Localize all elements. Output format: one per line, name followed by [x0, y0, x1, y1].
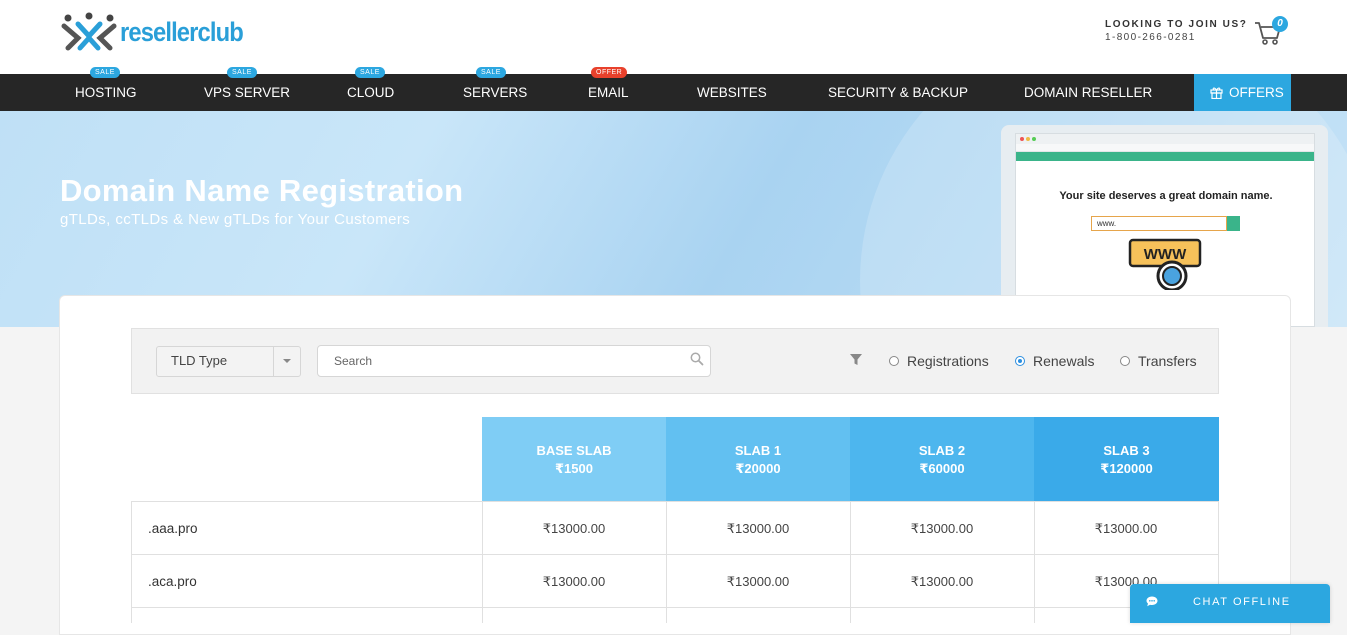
tld-type-label: TLD Type: [171, 353, 228, 368]
column-header-base-slab: BASE SLAB ₹1500: [482, 417, 666, 501]
price-cell: ₹13000.00: [542, 574, 606, 589]
browser-tabs: [1016, 134, 1314, 144]
nav-item-label: DOMAIN RESELLER: [1024, 85, 1153, 100]
main-navigation: SALE HOSTING SALE VPS SERVER SALE CLOUD …: [0, 67, 1347, 111]
radio-transfers[interactable]: Transfers: [1120, 352, 1197, 370]
filter-icon: [850, 354, 862, 365]
nav-item-domain-reseller[interactable]: DOMAIN RESELLER: [1024, 74, 1152, 111]
resellerclub-logo-icon: [61, 12, 117, 51]
page-subtitle: gTLDs, ccTLDs & New gTLDs for Your Custo…: [60, 211, 411, 228]
nav-item-vps-server[interactable]: SALE VPS SERVER: [204, 67, 291, 111]
radio-button[interactable]: [1120, 356, 1130, 366]
radio-registrations[interactable]: Registrations: [889, 352, 989, 370]
nav-item-label: VPS SERVER: [204, 85, 291, 100]
page-title: Domain Name Registration: [60, 173, 464, 208]
illustration-headline: Your site deserves a great domain name.: [1059, 190, 1273, 202]
column-name: SLAB 2: [918, 443, 966, 458]
column-name: SLAB 1: [734, 443, 782, 458]
nav-item-security-backup[interactable]: SECURITY & BACKUP: [828, 74, 968, 111]
column-name: BASE SLAB: [536, 443, 612, 458]
column-amount: ₹1500: [555, 461, 593, 476]
nav-item-hosting[interactable]: SALE HOSTING: [75, 67, 137, 111]
cart-count-badge: 0: [1272, 16, 1288, 32]
www-magnifier-icon: WWW: [1128, 238, 1202, 290]
search-input[interactable]: [317, 345, 711, 377]
table-border: [482, 501, 483, 623]
column-header-slab-1: SLAB 1 ₹20000: [666, 417, 850, 501]
price-cell: ₹13000.00: [1094, 521, 1158, 536]
offers-label: OFFERS: [1229, 85, 1284, 100]
radio-renewals[interactable]: Renewals: [1015, 352, 1094, 370]
table-divider: [131, 554, 1219, 555]
select-divider: [273, 347, 274, 376]
radio-button[interactable]: [1015, 356, 1025, 366]
nav-item-label: WEBSITES: [697, 85, 767, 100]
site-header-bar: [1016, 152, 1314, 161]
nav-item-cloud[interactable]: SALE CLOUD: [347, 67, 395, 111]
illustration-domain-input: www.: [1091, 216, 1227, 231]
tld-type-select[interactable]: TLD Type: [156, 346, 301, 377]
nav-item-label: EMAIL: [588, 85, 629, 100]
nav-item-websites[interactable]: WEBSITES: [697, 74, 767, 111]
chat-widget-button[interactable]: CHAT OFFLINE: [1130, 584, 1330, 623]
column-amount: ₹20000: [735, 461, 781, 476]
radio-label: Registrations: [907, 353, 989, 369]
brand-name: resellerclub: [120, 16, 244, 47]
gift-icon: [1210, 87, 1223, 100]
table-border: [666, 501, 667, 623]
column-amount: ₹60000: [919, 461, 965, 476]
top-header: resellerclub LOOKING TO JOIN US? 1-800-2…: [0, 0, 1347, 74]
price-cell: ₹13000.00: [910, 574, 974, 589]
nav-item-label: SECURITY & BACKUP: [828, 85, 969, 100]
table-border: [131, 501, 132, 623]
nav-item-label: CLOUD: [347, 85, 395, 100]
search-icon[interactable]: [690, 352, 704, 366]
brand-logo[interactable]: resellerclub: [60, 12, 260, 52]
sale-badge: SALE: [90, 67, 120, 78]
radio-label: Transfers: [1138, 353, 1197, 369]
nav-item-servers[interactable]: SALE SERVERS: [463, 67, 528, 111]
phone-number[interactable]: 1-800-266-0281: [1105, 31, 1247, 44]
price-cell: ₹13000.00: [726, 574, 790, 589]
table-border: [850, 501, 851, 623]
browser-url-bar: [1016, 144, 1314, 152]
column-amount: ₹120000: [1100, 461, 1153, 476]
price-cell: ₹13000.00: [726, 521, 790, 536]
column-header-slab-3: SLAB 3 ₹120000: [1034, 417, 1219, 501]
sale-badge: SALE: [227, 67, 257, 78]
table-divider: [131, 607, 1219, 608]
radio-label: Renewals: [1033, 353, 1095, 369]
column-name: SLAB 3: [1103, 443, 1150, 458]
sale-badge: SALE: [355, 67, 385, 78]
chevron-down-icon: [283, 359, 291, 363]
nav-item-label: SERVERS: [463, 85, 528, 100]
contact-block: LOOKING TO JOIN US? 1-800-266-0281: [1105, 18, 1247, 44]
chat-bubble-icon: [1146, 596, 1158, 607]
join-label: LOOKING TO JOIN US?: [1105, 19, 1248, 30]
tld-name: .aca.pro: [148, 574, 197, 589]
column-header-slab-2: SLAB 2 ₹60000: [850, 417, 1034, 501]
sale-badge: SALE: [476, 67, 506, 78]
offers-button[interactable]: OFFERS: [1194, 74, 1291, 111]
nav-item-email[interactable]: OFFER EMAIL: [588, 67, 629, 111]
table-border: [1034, 501, 1035, 623]
chat-label: CHAT OFFLINE: [1193, 596, 1291, 608]
price-cell: ₹13000.00: [910, 521, 974, 536]
www-badge-text: WWW: [1144, 246, 1187, 263]
illustration-search-icon: [1227, 216, 1240, 231]
nav-item-label: HOSTING: [75, 85, 137, 100]
radio-button[interactable]: [889, 356, 899, 366]
price-cell: ₹13000.00: [542, 521, 606, 536]
offer-badge: OFFER: [591, 67, 628, 78]
table-divider: [131, 501, 1219, 502]
tld-name: .aaa.pro: [148, 521, 198, 536]
